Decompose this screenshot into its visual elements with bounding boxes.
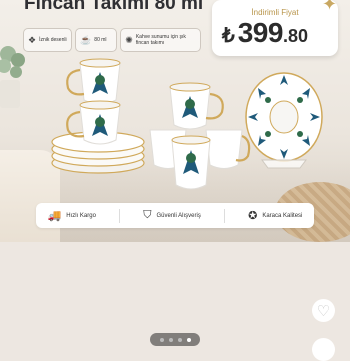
heart-icon: ♡ [316,302,331,320]
sparkle-icon: ✺ [125,34,133,45]
discount-price-card: ✦ İndirimli Fiyat ₺ 399 .80 [212,0,338,56]
benefit-label: Karaca Kalitesi [262,212,303,219]
benefit-label: Güvenli Alışveriş [156,212,201,219]
product-hero-image[interactable]: Fincan Takımı 80 ml ❖ İznik desenli ☕ 80… [0,0,350,242]
feature-chip-pattern: ❖ İznik desenli [23,28,73,52]
feature-chip-volume: ☕ 80 ml [75,28,118,52]
product-title: Fincan Takımı 80 ml [24,0,204,14]
discount-price-label: İndirimli Fiyat [251,8,299,17]
truck-icon: 🚚 [47,210,62,222]
quality-badge-icon: ✪ [248,210,258,222]
divider [119,208,121,223]
feature-chip-label: Kahve sunumu için şık fincan takımı [135,34,186,46]
benefit-fast-shipping: 🚚 Hızlı Kargo [48,209,96,222]
carousel-dot[interactable] [159,337,164,342]
carousel-dot[interactable] [168,337,173,342]
feature-chip-serving: ✺ Kahve sunumu için şık fincan takımı [120,28,201,52]
feature-chip-list: ❖ İznik desenli ☕ 80 ml ✺ Kahve sunumu i… [23,28,201,52]
divider [223,208,225,223]
favorite-button[interactable]: ♡ [312,299,335,322]
carousel-dot-active[interactable] [186,337,191,342]
pattern-icon: ❖ [28,34,37,45]
feature-chip-label: 80 ml [94,37,107,43]
benefit-bar: 🚚 Hızlı Kargo ⛉ Güvenli Alışveriş ✪ Kara… [36,203,314,228]
price-value: ₺ 399 .80 [222,17,308,49]
cup-icon: ☕ [80,34,92,45]
benefit-secure-shopping: ⛉ Güvenli Alışveriş [143,209,201,222]
carousel-dot[interactable] [177,337,182,342]
price-decimal: .80 [282,26,308,46]
currency-symbol: ₺ [222,25,235,47]
shield-check-icon: ⛉ [143,209,152,221]
feature-chip-label: İznik desenli [39,37,67,43]
benefit-quality: ✪ Karaca Kalitesi [248,209,302,222]
benefit-label: Hızlı Kargo [66,212,96,219]
price-integer: 399 [237,17,284,48]
carousel-indicator [150,333,200,346]
